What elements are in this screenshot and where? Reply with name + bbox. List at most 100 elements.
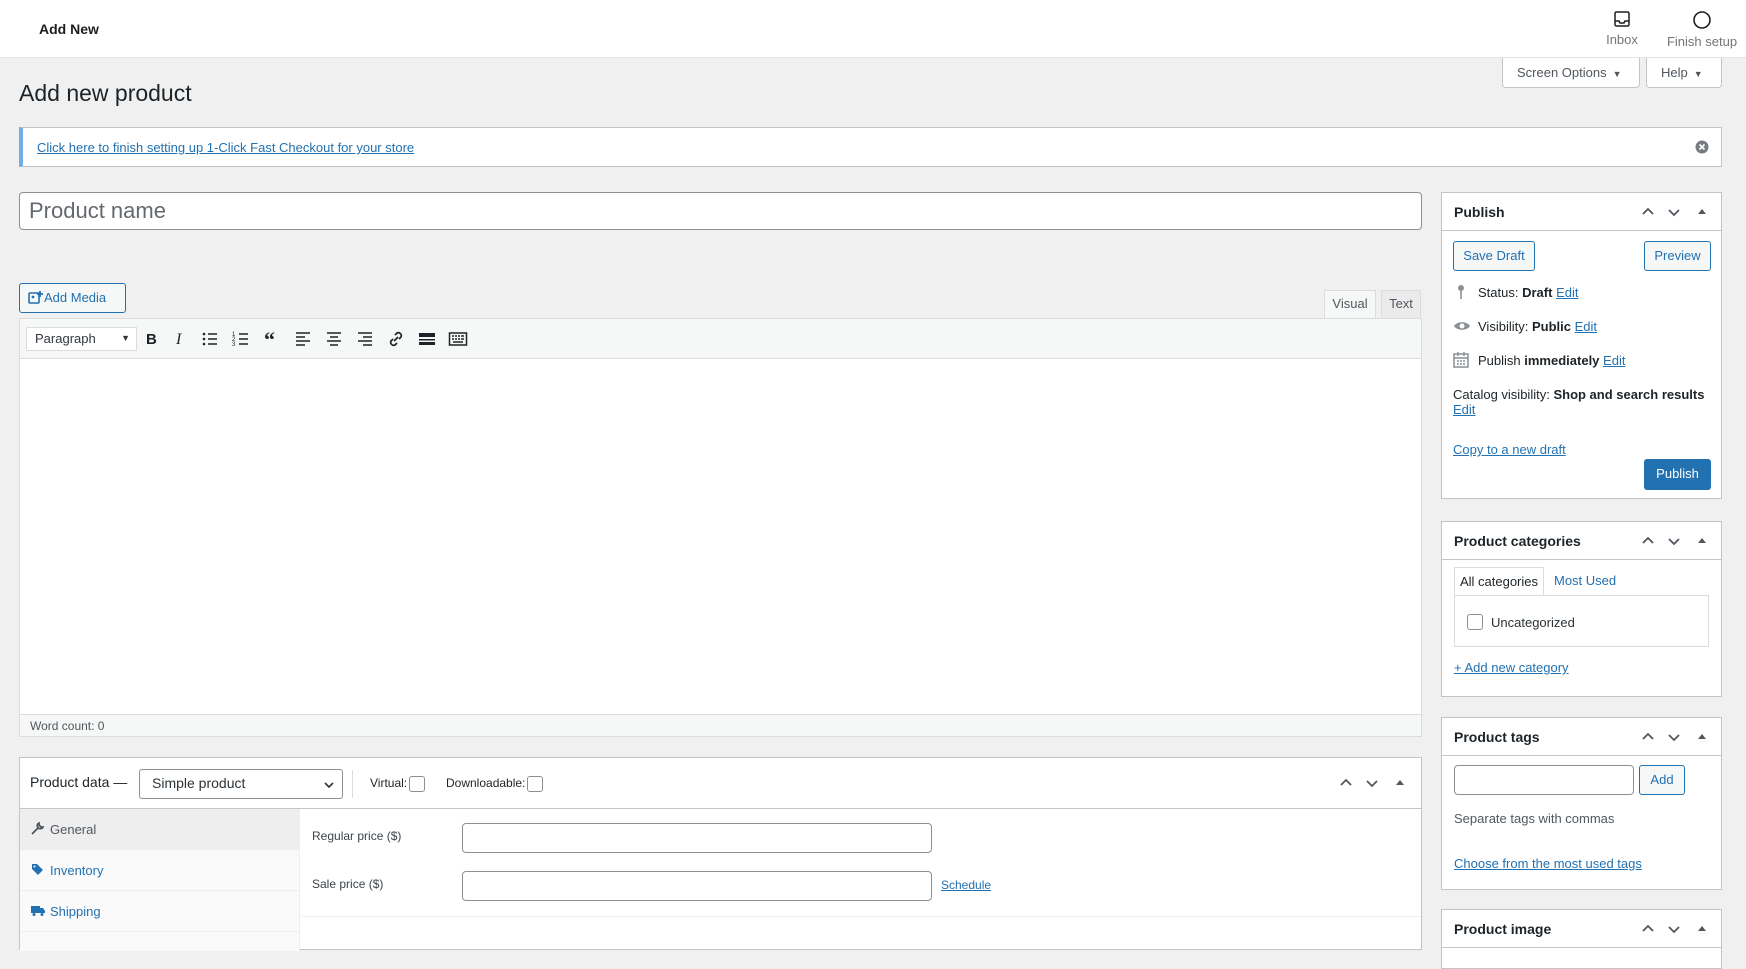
tab-text[interactable]: Text [1381,290,1421,318]
editor-toolbar: Paragraph ▼ B I 123 “ [20,319,1421,359]
screen-options-button[interactable]: Screen Options ▼ [1502,58,1640,88]
toggle-panel-button[interactable] [1692,202,1712,222]
edit-visibility-link[interactable]: Edit [1575,319,1597,334]
move-up-button[interactable] [1638,727,1658,747]
toggle-panel-button[interactable] [1692,727,1712,747]
categories-title: Product categories [1454,533,1581,549]
move-down-button[interactable] [1664,202,1684,222]
align-right-button[interactable] [355,329,375,349]
regular-price-input[interactable] [462,823,932,853]
publish-button[interactable]: Publish [1644,459,1711,490]
virtual-checkbox[interactable] [409,776,426,792]
tab-general-label: General [50,822,97,837]
move-down-button[interactable] [1664,919,1684,939]
tab-shipping-label: Shipping [50,904,101,919]
sale-price-label: Sale price ($) [312,877,384,891]
finish-setup-button[interactable]: Finish setup [1664,10,1740,49]
chevron-down-icon [324,782,334,789]
numbered-list-button[interactable]: 123 [231,329,251,349]
product-type-value: Simple product [152,775,246,791]
numbered-list-icon: 123 [232,332,248,348]
downloadable-checkbox[interactable] [527,776,544,792]
editor-status-bar: Word count: 0 [20,714,1421,736]
status-label: Status: [1478,285,1519,300]
wrench-icon [31,822,44,835]
move-up-button[interactable] [1638,202,1658,222]
add-new-category-link[interactable]: + Add new category [1454,660,1569,675]
visibility-label: Visibility: [1478,319,1529,334]
read-more-button[interactable] [417,329,437,349]
catalog-visibility-value: Shop and search results [1553,387,1705,402]
fast-checkout-link[interactable]: Click here to finish setting up 1-Click … [37,140,414,155]
tag-icon [32,864,43,875]
choose-most-used-tags-link[interactable]: Choose from the most used tags [1454,856,1642,871]
insert-link-button[interactable] [386,329,406,349]
copy-to-draft-link[interactable]: Copy to a new draft [1453,442,1566,457]
edit-status-link[interactable]: Edit [1556,285,1578,300]
chevron-down-icon [1366,780,1378,788]
chevron-up-icon [1642,536,1654,544]
publish-time-value: immediately [1524,353,1600,368]
preview-button[interactable]: Preview [1644,241,1711,271]
tags-header: Product tags [1442,718,1721,756]
downloadable-option[interactable]: Downloadable: [446,776,544,792]
move-up-button[interactable] [1336,773,1356,793]
svg-text:I: I [175,331,182,348]
content-editor: Paragraph ▼ B I 123 “ Word count: 0 [19,318,1422,737]
italic-button[interactable]: I [170,329,190,349]
top-bar: Add New Inbox Finish setup [0,0,1746,58]
category-checkbox[interactable] [1467,614,1483,630]
inbox-button[interactable]: Inbox [1598,10,1646,47]
tab-all-categories[interactable]: All categories [1454,567,1544,595]
schedule-link[interactable]: Schedule [941,878,991,892]
product-type-select[interactable]: Simple product [139,769,343,799]
bulleted-list-button[interactable] [200,329,220,349]
blockquote-button[interactable]: “ [262,329,282,349]
product-name-input[interactable]: Product name [19,192,1422,230]
calendar-icon [1453,352,1469,368]
toolbar-toggle-button[interactable] [448,329,468,349]
publish-time-label: Publish [1478,353,1521,368]
add-media-button[interactable]: Add Media [19,283,126,313]
finish-setup-label: Finish setup [1666,34,1738,49]
align-left-button[interactable] [293,329,313,349]
virtual-option[interactable]: Virtual: [370,776,426,792]
move-down-button[interactable] [1362,773,1382,793]
product-data-tabs: General Inventory Shipping [20,809,300,951]
triangle-up-icon [1698,209,1706,214]
sale-price-input[interactable] [462,871,932,901]
tab-inventory[interactable]: Inventory [20,850,299,891]
move-down-button[interactable] [1664,727,1684,747]
tab-visual[interactable]: Visual [1324,290,1376,318]
keyboard-icon [448,332,468,346]
edit-publish-time-link[interactable]: Edit [1603,353,1625,368]
tags-title: Product tags [1454,729,1540,745]
align-center-button[interactable] [324,329,344,349]
help-button[interactable]: Help ▼ [1646,58,1722,88]
tag-input[interactable] [1454,765,1634,795]
add-tag-button[interactable]: Add [1639,765,1685,795]
format-select[interactable]: Paragraph ▼ [26,327,137,351]
inbox-icon [1614,11,1630,27]
toggle-panel-button[interactable] [1692,531,1712,551]
dismiss-notice-button[interactable] [1695,140,1709,154]
product-categories-box: Product categories All categories Most U… [1441,521,1722,697]
edit-catalog-visibility-link[interactable]: Edit [1453,402,1475,417]
tab-general[interactable]: General [20,809,299,850]
tab-shipping[interactable]: Shipping [20,891,299,932]
move-up-button[interactable] [1638,531,1658,551]
divider [352,770,353,798]
toggle-panel-button[interactable] [1692,919,1712,939]
publish-box: Publish Save Draft Preview Status: Draft… [1441,192,1722,499]
save-draft-button[interactable]: Save Draft [1453,241,1535,271]
product-data-box: Product data — Simple product Virtual: D… [19,757,1422,951]
move-up-button[interactable] [1638,919,1658,939]
toggle-panel-button[interactable] [1390,773,1410,793]
tab-most-used[interactable]: Most Used [1554,567,1616,594]
bold-button[interactable]: B [141,329,161,349]
product-tags-box: Product tags Add Separate tags with comm… [1441,717,1722,890]
caret-down-icon: ▼ [1612,69,1622,79]
product-data-title: Product data — [30,774,128,790]
product-image-title: Product image [1454,921,1552,937]
move-down-button[interactable] [1664,531,1684,551]
